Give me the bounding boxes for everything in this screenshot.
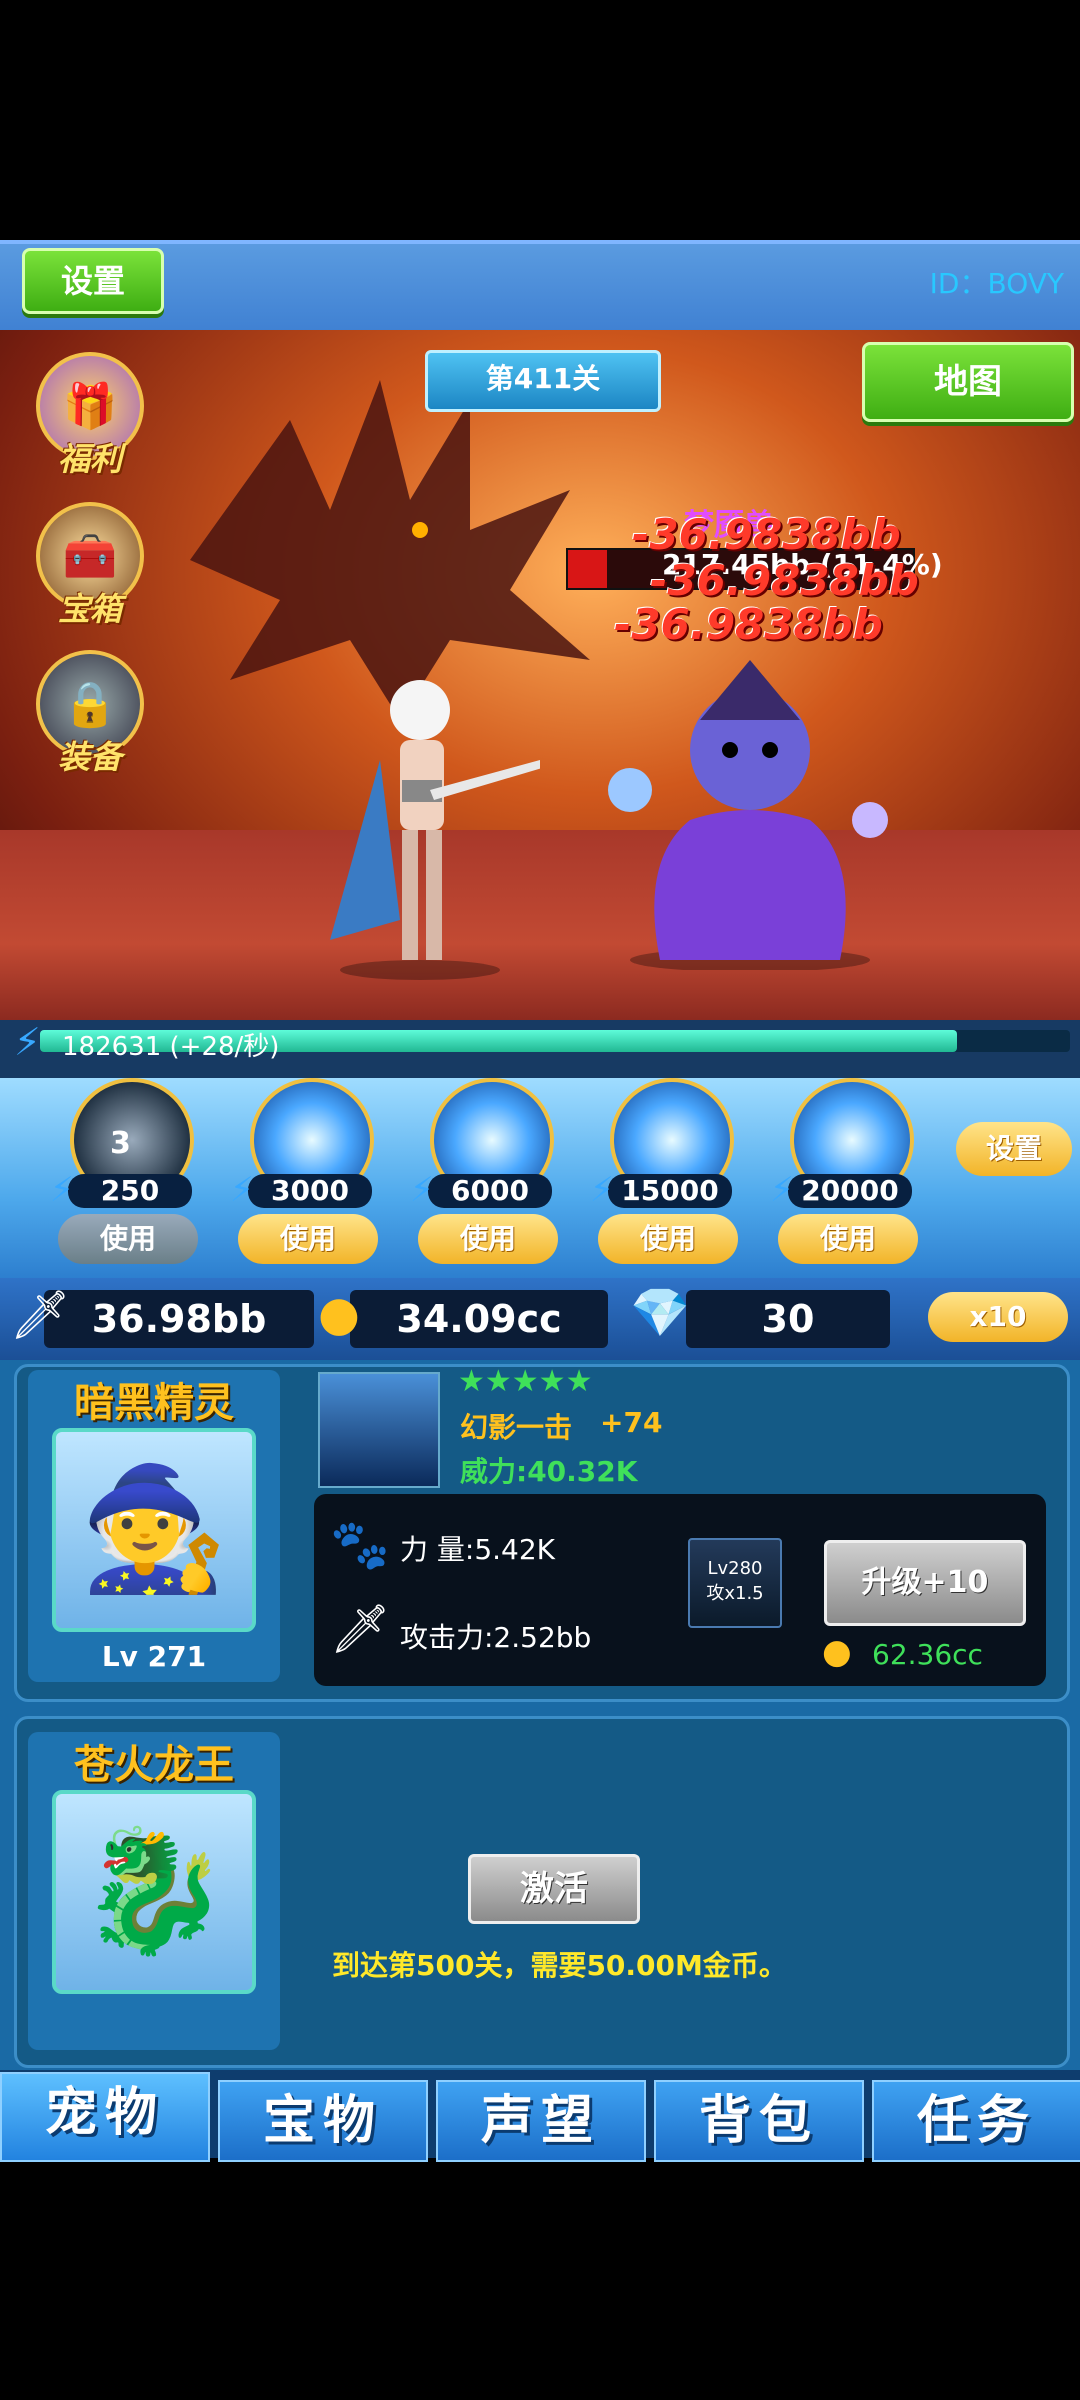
lightning-bolt-icon: ⚡ [590, 1170, 614, 1210]
welfare-label: 福利 [57, 440, 122, 478]
tab-quests[interactable]: 任务 [872, 2080, 1080, 2162]
lightning-bolt-icon: ⚡ [770, 1170, 794, 1210]
activate-button[interactable]: 激活 [468, 1854, 640, 1924]
lightning-bolt-icon: ⚡ [50, 1170, 74, 1210]
pet-strength: 力 量:5.42K [400, 1533, 556, 1566]
pet-skill-icon[interactable] [318, 1372, 440, 1488]
skill-cost: 3000 [248, 1174, 372, 1208]
lightning-bolt-icon: ⚡ [14, 1020, 41, 1064]
monster-nightmare-beast [608, 660, 888, 970]
equipment-label: 装备 [57, 738, 122, 776]
skill-slot-3: 6000 ⚡ 使用 [410, 1078, 570, 1278]
gold-value: 34.09cc [350, 1290, 608, 1348]
skill-cost: 250 [68, 1174, 192, 1208]
tab-reputation[interactable]: 声望 [436, 2080, 646, 2162]
damage-number: -36.9838bb [614, 600, 883, 649]
skill-use-button[interactable]: 使用 [418, 1214, 558, 1264]
player-id: ID：BOVY [929, 267, 1064, 300]
pet-attack: 攻击力:2.52bb [400, 1621, 592, 1654]
pet-level: Lv 271 [101, 1640, 207, 1673]
lightning-bolt-icon: ⚡ [230, 1170, 254, 1210]
pet-power: 威力:40.32K [460, 1455, 638, 1488]
pet-skill-bonus: +74 [600, 1406, 663, 1439]
pet-portrait-dragon-king[interactable]: 🐉 [52, 1790, 256, 1994]
pet-portrait-dark-elf[interactable]: 🧙 [52, 1428, 256, 1632]
sword-icon: 🗡 [10, 1287, 71, 1343]
tab-backpack[interactable]: 背包 [654, 2080, 864, 2162]
tab-treasures[interactable]: 宝物 [218, 2080, 428, 2162]
hero-character [330, 680, 540, 980]
skill-slot-4: 15000 ⚡ 使用 [590, 1078, 750, 1278]
energy-text: 182631 (+28/秒) [62, 1032, 280, 1062]
skill-use-button[interactable]: 使用 [238, 1214, 378, 1264]
skill-cost: 20000 [788, 1174, 912, 1208]
gold-coin-icon: ● [318, 1286, 360, 1342]
skill-use-button[interactable]: 使用 [58, 1214, 198, 1264]
enemy-hp-fill [568, 550, 608, 588]
lava-ground [0, 830, 1080, 1020]
paw-icon: 🐾 [330, 1517, 390, 1573]
skill-use-button[interactable]: 使用 [778, 1214, 918, 1264]
skill-count: 3 [110, 1126, 131, 1161]
pet-name: 暗黑精灵 [74, 1380, 234, 1426]
gold-coin-icon: ● [822, 1632, 852, 1672]
next-unlock-bonus: 攻x1.5 [706, 1583, 764, 1604]
next-unlock-level: Lv280 [707, 1558, 763, 1579]
skill-use-button[interactable]: 使用 [598, 1214, 738, 1264]
attack-value: 36.98bb [44, 1290, 314, 1348]
lightning-bolt-icon: ⚡ [410, 1170, 434, 1210]
unlock-requirement: 到达第500关，需要50.00M金币。 [332, 1949, 787, 1982]
pet-info: 暗黑精灵 🧙 Lv 271 [28, 1370, 280, 1682]
skill-cost: 6000 [428, 1174, 552, 1208]
next-unlock-badge: Lv280 攻x1.5 [688, 1538, 782, 1628]
skill-slot-5: 20000 ⚡ 使用 [770, 1078, 930, 1278]
damage-number: -36.9838bb [632, 510, 901, 559]
map-button[interactable]: 地图 [862, 342, 1074, 422]
treasure-chest-label: 宝箱 [57, 590, 122, 628]
welfare-button[interactable]: 🎁 福利 [30, 352, 150, 482]
star-rating: ★★★★★ [458, 1364, 593, 1399]
gem-value: 30 [686, 1290, 890, 1348]
settings-button[interactable]: 设置 [22, 248, 164, 314]
multiplier-button[interactable]: x10 [928, 1292, 1068, 1342]
pet-skill-name: 幻影一击 [460, 1411, 573, 1444]
upgrade-button[interactable]: 升级+10 [824, 1540, 1026, 1626]
equipment-button[interactable]: 🔒 装备 [30, 650, 150, 780]
treasure-chest-button[interactable]: 🧰 宝箱 [30, 502, 150, 632]
upgrade-cost: 62.36cc [872, 1638, 983, 1671]
skill-cost: 15000 [608, 1174, 732, 1208]
skill-settings-button[interactable]: 设置 [956, 1122, 1072, 1176]
damage-number: -36.9838bb [650, 556, 919, 605]
stage-banner: 第411关 [425, 350, 661, 412]
diamond-icon: 💎 [630, 1285, 690, 1341]
pet-info: 苍火龙王 🐉 [28, 1732, 280, 2050]
sword-icon: 🗡 [330, 1601, 391, 1657]
skill-slot-1: 3 250 ⚡ 使用 [50, 1078, 210, 1278]
skill-slot-2: 3000 ⚡ 使用 [230, 1078, 390, 1278]
pet-name: 苍火龙王 [74, 1742, 234, 1788]
tab-pets[interactable]: 宠物 [0, 2072, 210, 2162]
